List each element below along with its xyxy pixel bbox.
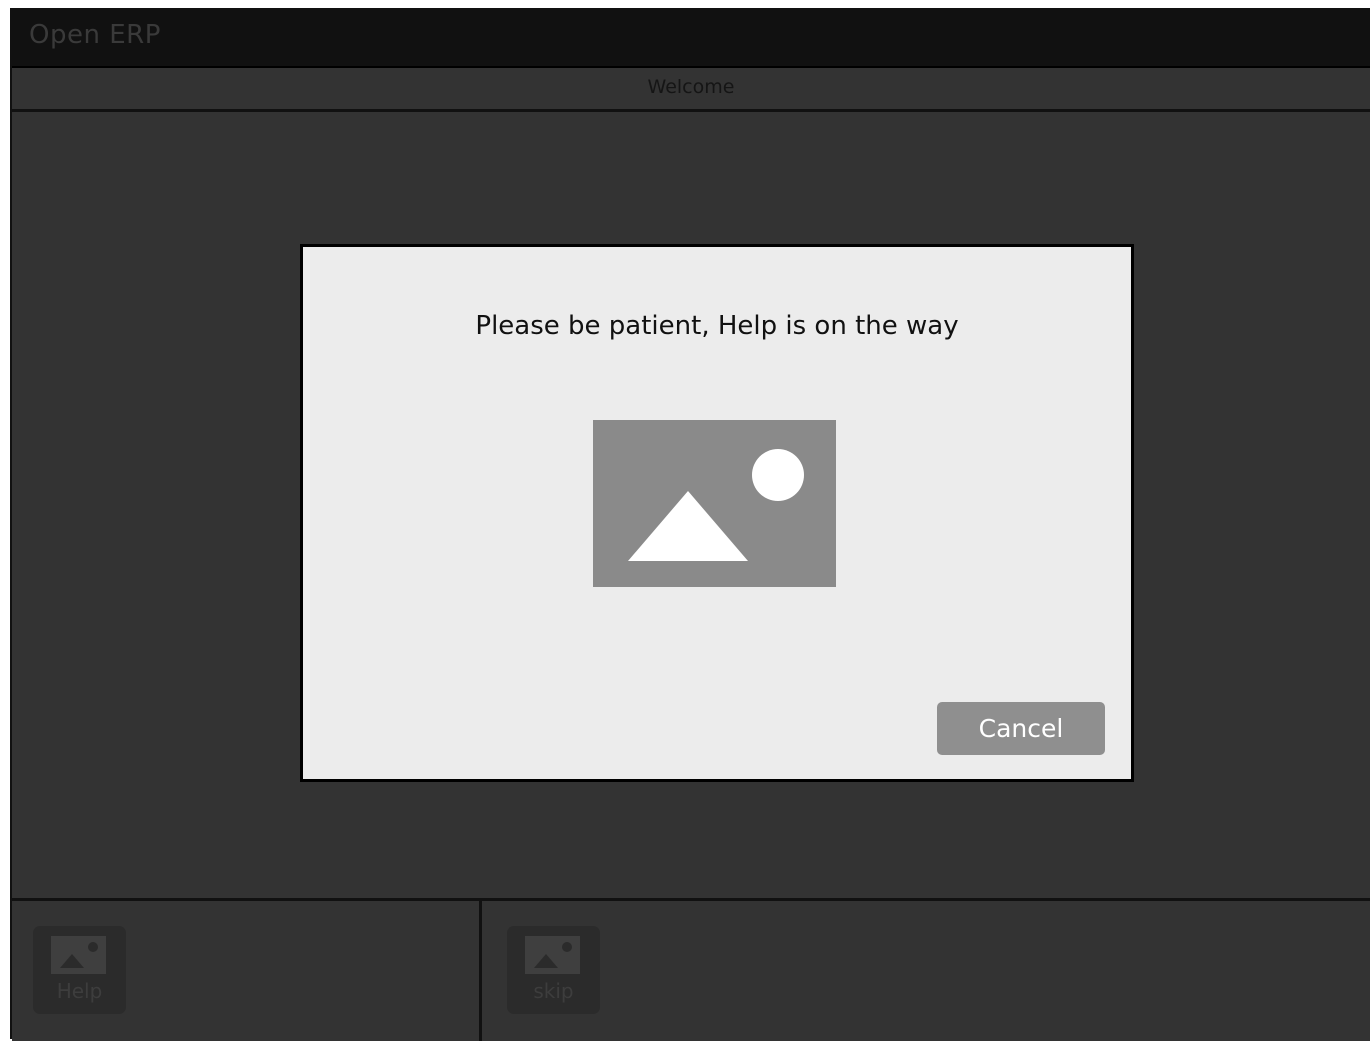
main-content: Please be patient, Help is on the way Ca…	[12, 112, 1370, 898]
image-icon	[525, 936, 580, 974]
image-placeholder-icon	[593, 420, 836, 587]
skip-button-label: skip	[533, 979, 574, 1003]
dialog-message: Please be patient, Help is on the way	[475, 311, 959, 341]
title-bar: Open ERP	[12, 10, 1370, 68]
help-dialog: Please be patient, Help is on the way Ca…	[300, 244, 1134, 782]
help-button-label: Help	[56, 979, 103, 1003]
cancel-button[interactable]: Cancel	[937, 702, 1105, 755]
image-icon	[51, 936, 106, 974]
app-window: Open ERP Welcome Please be patient, Help…	[10, 8, 1370, 1041]
app-title: Open ERP	[29, 20, 161, 50]
tab-bar: Welcome	[12, 68, 1370, 112]
bottom-toolbar: Help skip	[12, 898, 1370, 1041]
image-placeholder-graphic	[628, 449, 804, 561]
help-button[interactable]: Help	[33, 926, 126, 1014]
tab-welcome[interactable]: Welcome	[648, 76, 735, 98]
toolbar-divider	[479, 901, 482, 1041]
skip-button[interactable]: skip	[507, 926, 600, 1014]
